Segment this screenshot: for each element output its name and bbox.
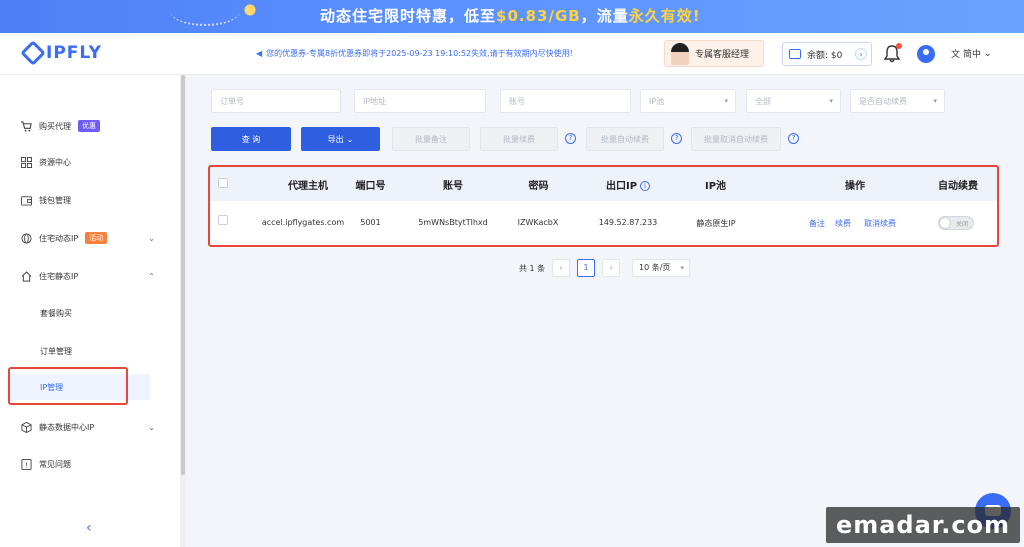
balance-button[interactable]: 余额: $0 › (782, 42, 872, 66)
help-icon[interactable]: ? (565, 133, 576, 144)
sidebar-item-resource-center[interactable]: 资源中心 (0, 149, 180, 175)
sidebar-subitem-order-management[interactable]: 订单管理 (0, 338, 180, 364)
pagination-total: 共 1 条 (519, 263, 546, 273)
language-selector[interactable]: 文 简中 ⌄ (951, 47, 992, 61)
watermark: emadar.com (826, 507, 1020, 543)
cart-icon (21, 120, 32, 132)
logo[interactable]: IPFLY (20, 40, 102, 66)
export-button[interactable]: 导出 ⌄ (301, 127, 380, 151)
table-highlight-annotation-box (208, 165, 999, 247)
sidebar-item-static-datacenter[interactable]: 静态数据中心IP ⌄ (0, 414, 180, 440)
next-page-button[interactable]: › (602, 259, 620, 277)
megaphone-icon: ◀ (256, 49, 263, 58)
query-button[interactable]: 查 询 (211, 127, 291, 151)
sidebar-item-static-residential[interactable]: 住宅静态IP ⌃ (0, 263, 180, 289)
discount-badge: 优惠 (78, 120, 100, 132)
logo-icon (20, 40, 46, 66)
batch-renew-button[interactable]: 批量续费 (480, 127, 558, 151)
wallet-icon (21, 195, 32, 206)
collapse-sidebar-icon[interactable]: ‹ (86, 520, 92, 536)
top-header: IPFLY ◀ 您的优惠券-专属8折优惠券即将于2025-09-23 19:10:… (0, 33, 1024, 75)
grid-icon (21, 156, 32, 168)
sidebar-item-faq[interactable]: ! 常见问题 (0, 451, 180, 477)
chevron-down-icon: ⌄ (984, 48, 992, 59)
coupon-notice[interactable]: ◀ 您的优惠券-专属8折优惠券即将于2025-09-23 19:10:52失效,请… (256, 48, 573, 59)
event-badge: 活动 (85, 232, 108, 244)
sidebar-subitem-package-purchase[interactable]: 套餐购买 (0, 300, 180, 326)
chevron-down-icon: ▾ (680, 264, 684, 272)
status-select[interactable]: 全部 ▾ (746, 89, 841, 113)
account-manager-button[interactable]: 专属客服经理 (664, 40, 764, 67)
help-icon[interactable]: ? (671, 133, 682, 144)
globe-icon (21, 232, 32, 244)
notification-bell-icon[interactable] (883, 43, 902, 63)
home-icon (21, 270, 32, 282)
help-book-icon: ! (21, 458, 32, 470)
wallet-icon (789, 49, 801, 59)
page-button-current[interactable]: 1 (577, 259, 595, 277)
banner-text: 动态住宅限时特惠，低至$0.83/GB，流量永久有效! (320, 7, 701, 25)
batch-remark-button[interactable]: 批量备注 (392, 127, 470, 151)
main-content: 订单号 IP地址 账号 IP池 ▾ 全部 ▾ 是否自动续费 ▾ 查 询 导出 ⌄ 批量备… (186, 75, 1024, 547)
order-number-input[interactable]: 订单号 (211, 89, 341, 113)
chevron-down-icon: ⌄ (148, 422, 155, 432)
prev-page-button[interactable]: ‹ (552, 259, 570, 277)
chevron-down-icon: ⌄ (148, 233, 155, 243)
chevron-down-icon: ▾ (724, 97, 728, 105)
translate-icon: 文 (951, 50, 961, 60)
chevron-down-icon: ▾ (829, 97, 833, 105)
account-input[interactable]: 账号 (500, 89, 631, 113)
sidebar-item-wallet[interactable]: 钱包管理 (0, 187, 180, 213)
ip-pool-select[interactable]: IP池 ▾ (640, 89, 736, 113)
svg-text:!: ! (25, 460, 28, 469)
auto-renew-select[interactable]: 是否自动续费 ▾ (850, 89, 945, 113)
sidebar-item-buy-proxy[interactable]: 购买代理 优惠 (0, 113, 180, 139)
user-avatar-icon[interactable] (917, 45, 935, 63)
page-size-select[interactable]: 10 条/页 ▾ (632, 259, 690, 277)
banner-star-decoration (230, 0, 270, 20)
chevron-down-icon: ▾ (933, 97, 937, 105)
batch-auto-renew-button[interactable]: 批量自动续费 (586, 127, 664, 151)
chevron-up-icon: ⌃ (148, 271, 155, 281)
batch-cancel-auto-renew-button[interactable]: 批量取消自动续费 (691, 127, 781, 151)
chevron-right-icon: › (855, 48, 867, 60)
chevron-down-icon: ⌄ (346, 134, 354, 144)
notification-badge (896, 43, 902, 49)
manager-avatar (671, 42, 689, 65)
promo-banner[interactable]: 动态住宅限时特惠，低至$0.83/GB，流量永久有效! (0, 0, 1024, 33)
cube-icon (21, 421, 32, 433)
ip-address-input[interactable]: IP地址 (354, 89, 486, 113)
sidebar-item-dynamic-residential[interactable]: 住宅动态IP 活动 ⌄ (0, 225, 180, 251)
help-icon[interactable]: ? (788, 133, 799, 144)
highlight-annotation-box (8, 367, 128, 405)
